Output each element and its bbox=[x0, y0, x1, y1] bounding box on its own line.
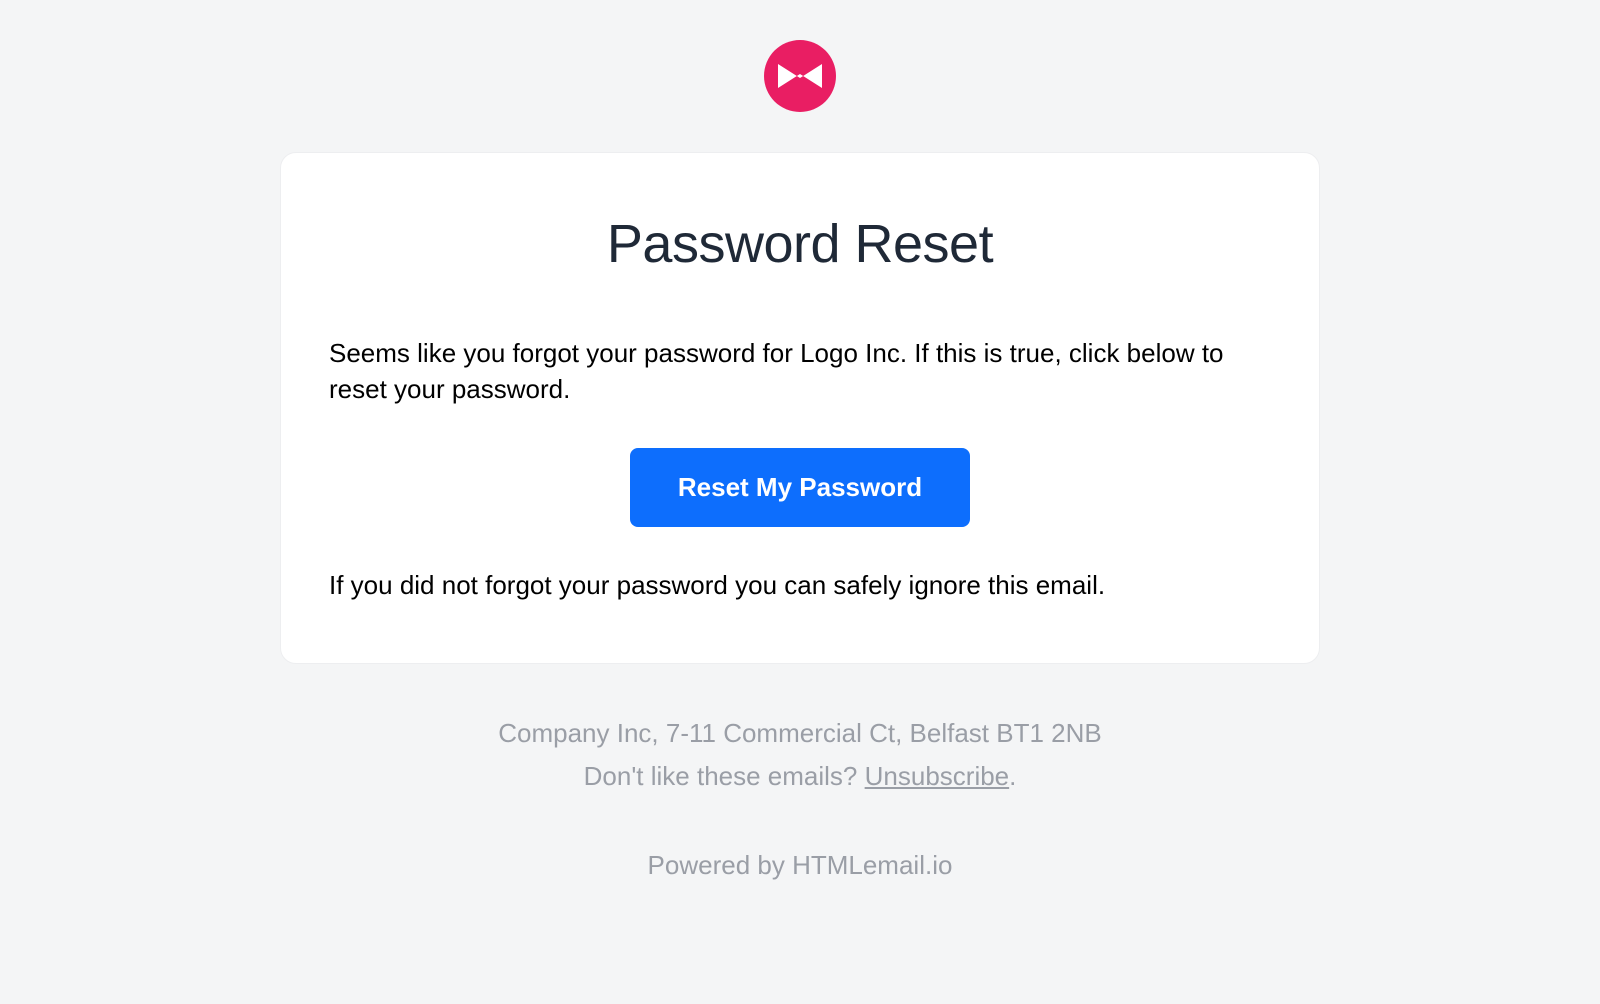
email-card: Password Reset Seems like you forgot you… bbox=[280, 152, 1320, 664]
email-container: Password Reset Seems like you forgot you… bbox=[280, 40, 1320, 1004]
unsubscribe-suffix: . bbox=[1009, 761, 1016, 791]
email-footer: Company Inc, 7-11 Commercial Ct, Belfast… bbox=[280, 714, 1320, 885]
logo-wrapper bbox=[280, 40, 1320, 112]
intro-paragraph: Seems like you forgot your password for … bbox=[329, 335, 1271, 408]
button-wrapper: Reset My Password bbox=[329, 448, 1271, 527]
unsubscribe-link[interactable]: Unsubscribe bbox=[865, 761, 1010, 791]
reset-password-button[interactable]: Reset My Password bbox=[630, 448, 970, 527]
footnote-paragraph: If you did not forgot your password you … bbox=[329, 567, 1271, 603]
footer-address: Company Inc, 7-11 Commercial Ct, Belfast… bbox=[280, 714, 1320, 753]
footer-unsubscribe-line: Don't like these emails? Unsubscribe. bbox=[280, 757, 1320, 796]
powered-by: Powered by HTMLemail.io bbox=[280, 846, 1320, 885]
unsubscribe-prompt: Don't like these emails? bbox=[584, 761, 865, 791]
email-title: Password Reset bbox=[329, 213, 1271, 275]
bowtie-logo-icon bbox=[764, 40, 836, 112]
